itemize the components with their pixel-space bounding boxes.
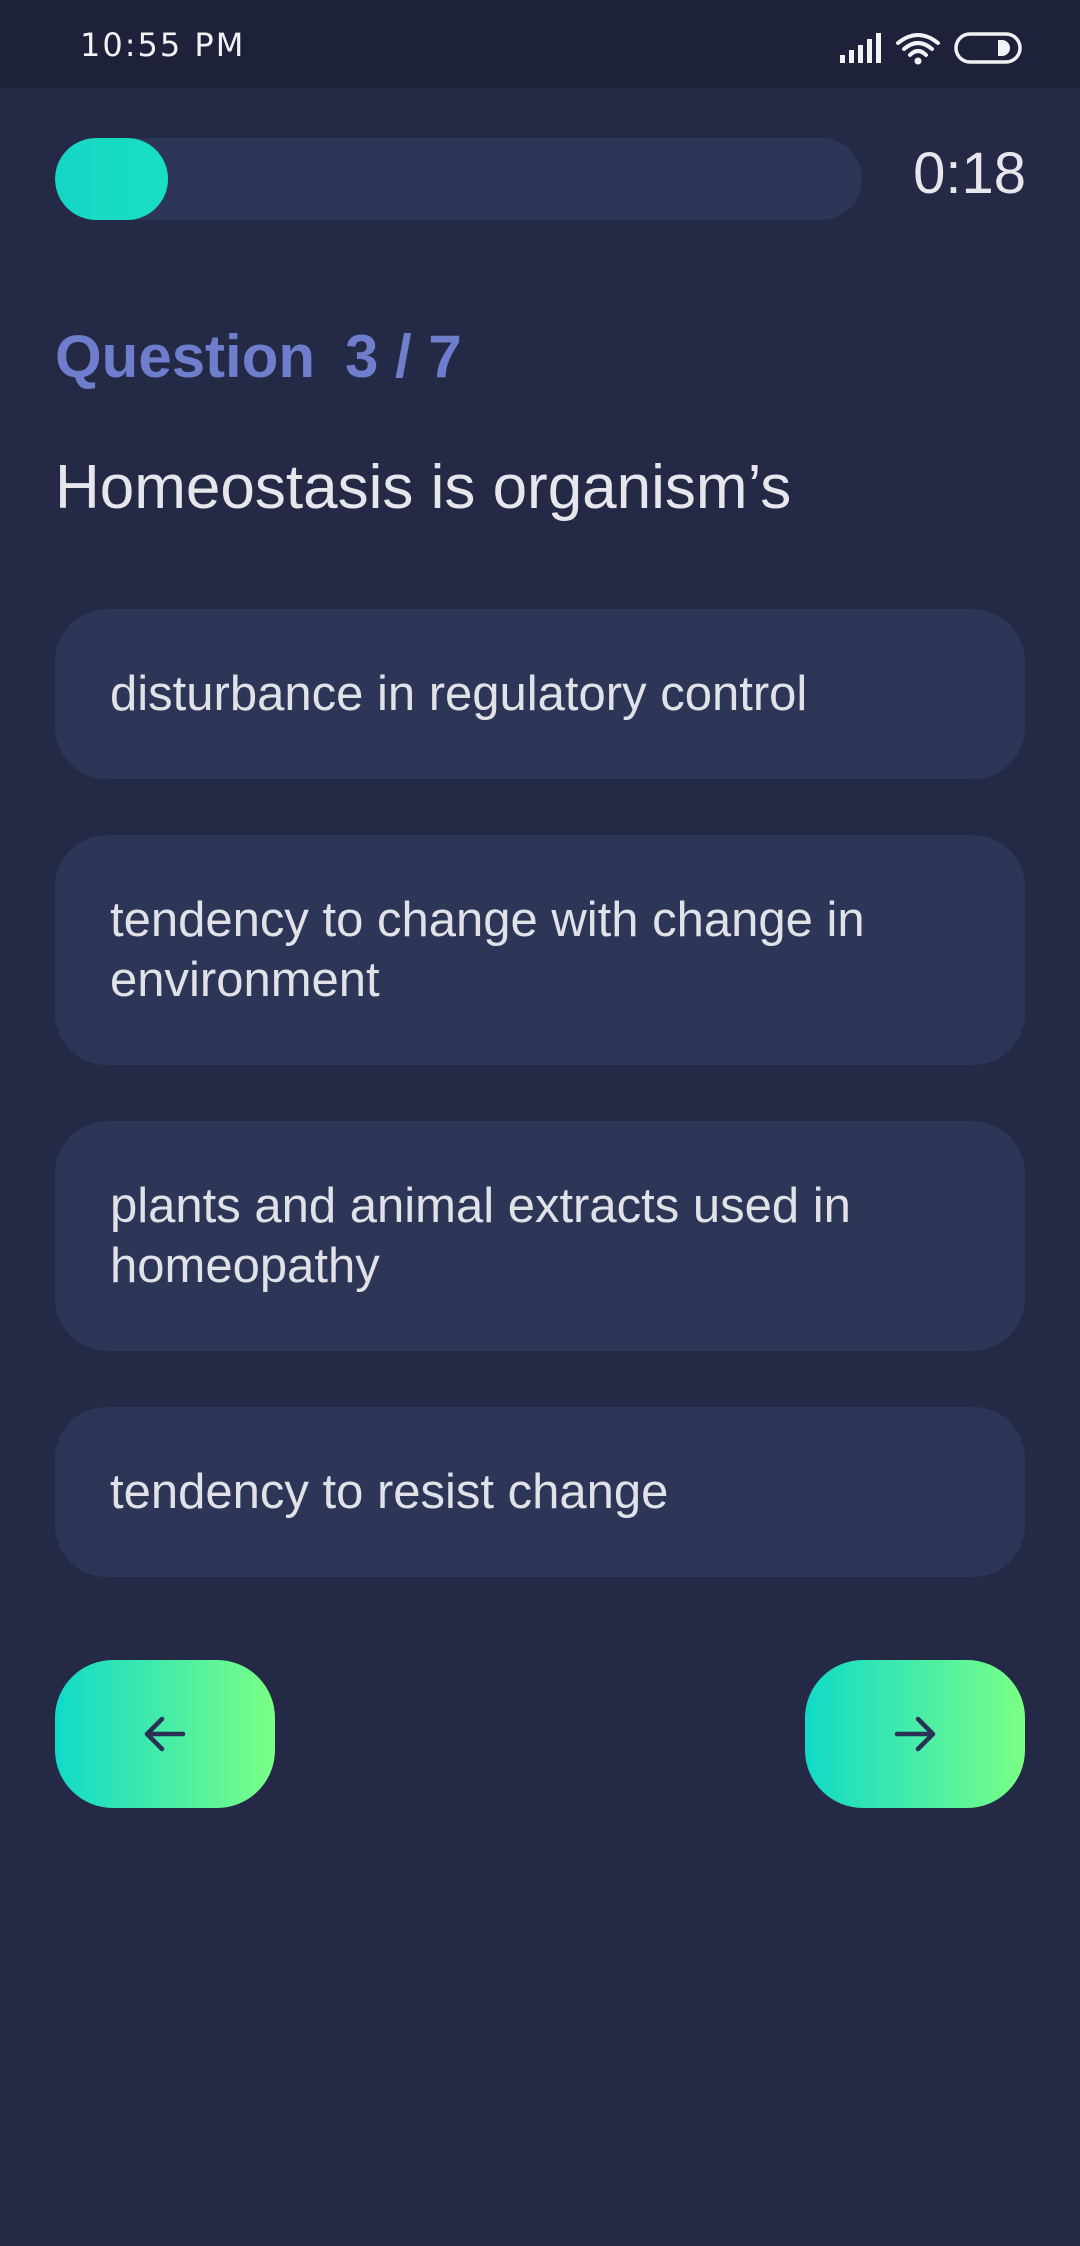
option-2[interactable]: tendency to change with change in enviro… xyxy=(55,835,1025,1065)
option-1[interactable]: disturbance in regulatory control xyxy=(55,609,1025,779)
option-3[interactable]: plants and animal extracts used in homeo… xyxy=(55,1121,1025,1351)
back-button[interactable] xyxy=(55,1660,275,1808)
question-counter: 3 / 7 xyxy=(345,323,462,390)
wifi-icon xyxy=(896,33,940,65)
signal-icon xyxy=(840,33,881,63)
progress-bar xyxy=(55,138,862,220)
status-bar: 10:55 PM xyxy=(0,0,1080,88)
timer: 0:18 xyxy=(913,141,1026,206)
option-2-text: tendency to change with change in enviro… xyxy=(110,893,865,1007)
battery-icon xyxy=(954,32,1022,64)
option-4[interactable]: tendency to resist change xyxy=(55,1407,1025,1577)
status-time: 10:55 PM xyxy=(80,26,246,64)
arrow-right-icon xyxy=(894,1716,936,1752)
question-label-text: Question xyxy=(55,323,316,390)
option-1-text: disturbance in regulatory control xyxy=(110,667,808,721)
arrow-left-icon xyxy=(144,1716,186,1752)
progress-fill xyxy=(55,138,168,220)
question-text: Homeostasis is organism’s xyxy=(55,453,792,522)
question-label: Question 3 / 7 xyxy=(55,322,462,391)
next-button[interactable] xyxy=(805,1660,1025,1808)
status-icons xyxy=(840,28,1024,68)
option-3-text: plants and animal extracts used in homeo… xyxy=(110,1179,851,1293)
option-4-text: tendency to resist change xyxy=(110,1465,669,1519)
